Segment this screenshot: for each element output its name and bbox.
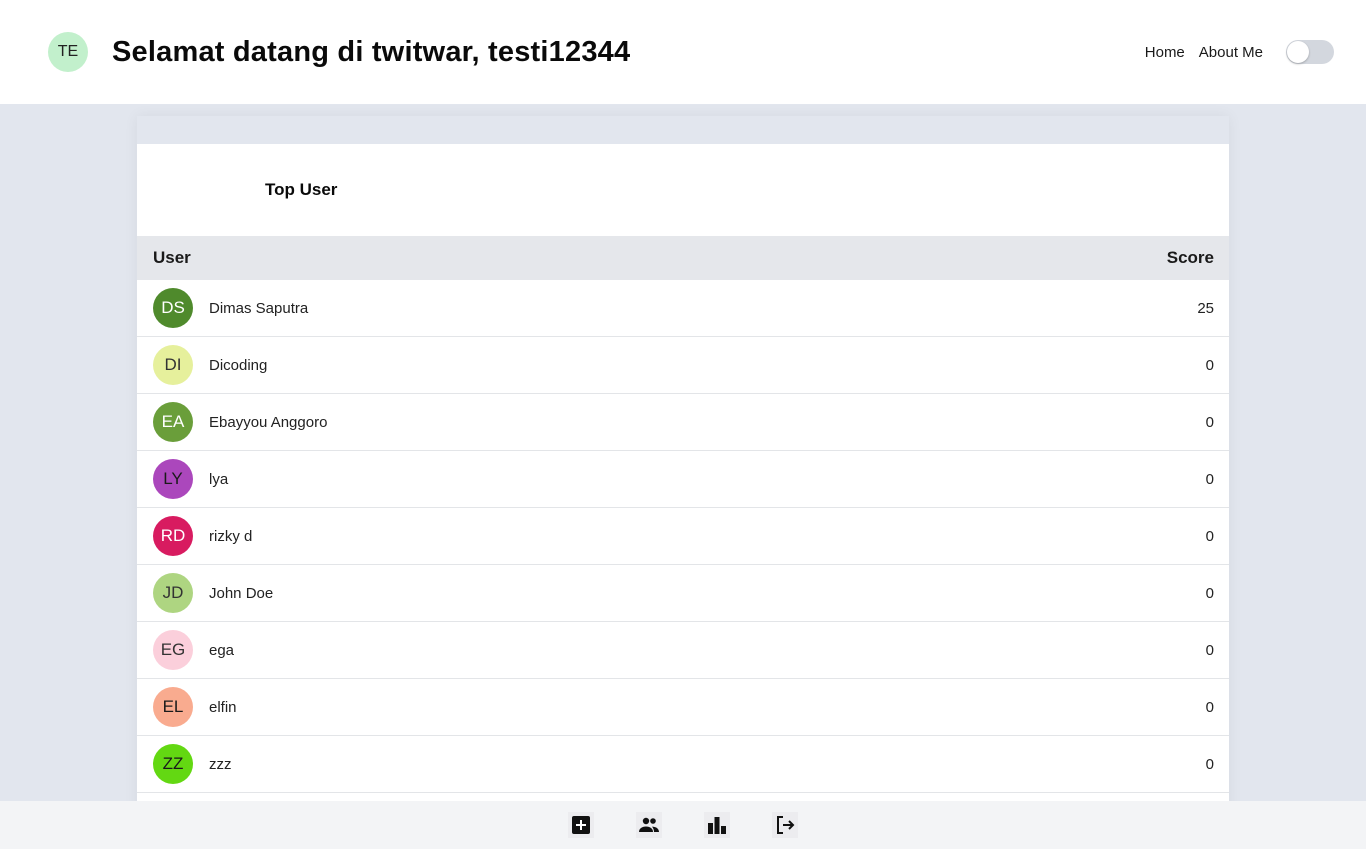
table-row: ZZ zzz 0 xyxy=(137,736,1229,793)
user-avatar: DI xyxy=(153,345,193,385)
user-score: 0 xyxy=(1205,755,1214,773)
user-score: 0 xyxy=(1205,698,1214,716)
user-name: Ebayyou Anggoro xyxy=(209,413,328,431)
user-avatar: EL xyxy=(153,687,193,727)
user-name: John Doe xyxy=(209,584,274,602)
user-name: rizky d xyxy=(209,527,253,545)
leaderboard-title: Top User xyxy=(265,180,338,199)
nav-about-link[interactable]: About Me xyxy=(1199,44,1263,61)
user-avatar: EG xyxy=(153,630,193,670)
user-score: 0 xyxy=(1205,641,1214,659)
table-row: EA Ebayyou Anggoro 0 xyxy=(137,394,1229,451)
table-row: DI Dicoding 0 xyxy=(137,337,1229,394)
user-score: 0 xyxy=(1205,356,1214,374)
nav-home-link[interactable]: Home xyxy=(1145,44,1185,61)
user-avatar: EA xyxy=(153,402,193,442)
top-nav: Home About Me xyxy=(1131,40,1334,64)
table-header: User Score xyxy=(137,236,1229,280)
table-row: RD rizky d 0 xyxy=(137,508,1229,565)
add-thread-icon xyxy=(572,816,590,834)
user-name: zzz xyxy=(209,755,232,773)
user-avatar: LY xyxy=(153,459,193,499)
user-score: 25 xyxy=(1197,299,1214,317)
user-score: 0 xyxy=(1205,470,1214,488)
table-row: DS Dimas Saputra 25 xyxy=(137,280,1229,337)
users-icon xyxy=(639,817,659,832)
user-avatar: TE xyxy=(48,32,88,72)
user-name: elfin xyxy=(209,698,237,716)
theme-toggle[interactable] xyxy=(1286,40,1334,64)
table-row: LY lya 0 xyxy=(137,451,1229,508)
bottom-nav xyxy=(0,801,1366,849)
app-header: TE Selamat datang di twitwar, testi12344… xyxy=(0,0,1366,104)
page-title: Selamat datang di twitwar, testi12344 xyxy=(112,35,631,68)
theme-toggle-knob xyxy=(1287,41,1309,63)
user-score: 0 xyxy=(1205,413,1214,431)
table-row: EL elfin 0 xyxy=(137,679,1229,736)
table-row: JD John Doe 0 xyxy=(137,565,1229,622)
user-name: ega xyxy=(209,641,235,659)
leaderboard-button[interactable] xyxy=(704,812,730,838)
user-avatar: JD xyxy=(153,573,193,613)
add-thread-button[interactable] xyxy=(568,812,594,838)
user-score: 0 xyxy=(1205,527,1214,545)
users-button[interactable] xyxy=(636,812,662,838)
user-avatar: DS xyxy=(153,288,193,328)
user-avatar: RD xyxy=(153,516,193,556)
table-row: EG ega 0 xyxy=(137,622,1229,679)
leaderboard-card: Top User User Score DS Dimas Saputra 25 DI D… xyxy=(137,144,1229,814)
user-score: 0 xyxy=(1205,584,1214,602)
column-score: Score xyxy=(1166,248,1214,267)
leaderboard-icon xyxy=(708,817,726,834)
column-user: User xyxy=(153,248,191,267)
leaderboard-rows: DS Dimas Saputra 25 DI Dicoding 0 EA Ebayyou An… xyxy=(137,280,1229,793)
logout-button[interactable] xyxy=(772,812,798,838)
user-name: Dicoding xyxy=(209,356,268,374)
user-name: lya xyxy=(209,470,229,488)
logout-icon xyxy=(777,816,795,834)
user-avatar: ZZ xyxy=(153,744,193,784)
user-name: Dimas Saputra xyxy=(209,299,309,317)
